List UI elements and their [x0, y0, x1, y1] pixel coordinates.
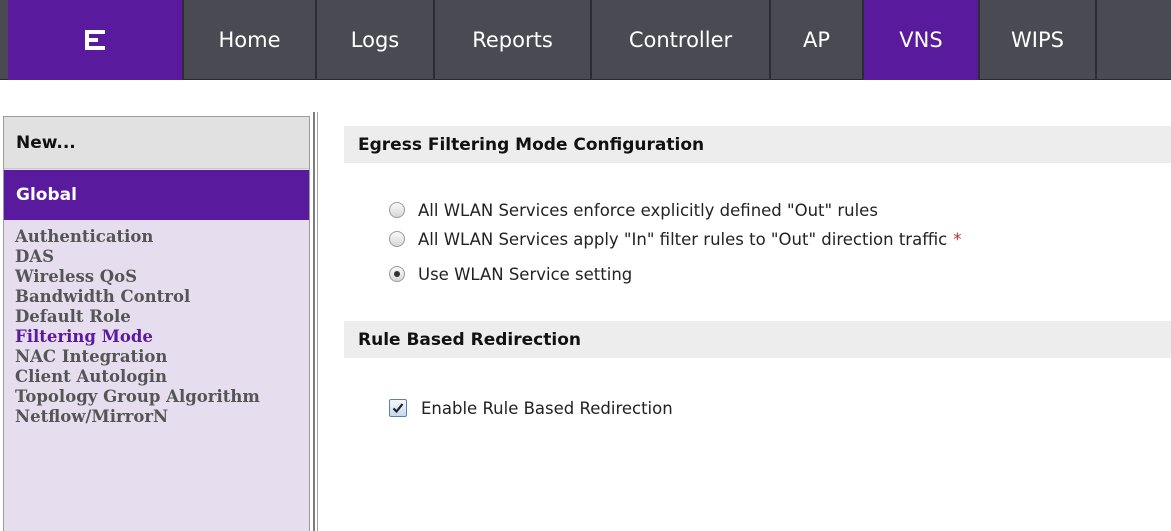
egress-in-to-out-radio[interactable]	[389, 231, 405, 247]
sidebar-item-topology-group-algorithm[interactable]: Topology Group Algorithm	[15, 387, 260, 407]
sidebar-item-default-role[interactable]: Default Role	[15, 307, 260, 327]
logo[interactable]	[8, 0, 184, 80]
egress-out-rules-label: All WLAN Services enforce explicitly def…	[418, 200, 878, 220]
sidebar-item-new[interactable]: New...	[4, 117, 309, 169]
redirection-section-title: Rule Based Redirection	[344, 321, 1171, 358]
sidebar-item-nac-integration[interactable]: NAC Integration	[15, 347, 260, 367]
enable-redirection-label: Enable Rule Based Redirection	[421, 398, 673, 418]
egress-option-wlan-setting[interactable]: Use WLAN Service setting	[389, 262, 632, 286]
sidebar-item-wireless-qos[interactable]: Wireless QoS	[15, 267, 260, 287]
egress-out-rules-radio[interactable]	[389, 202, 405, 218]
sidebar-item-filtering-mode[interactable]: Filtering Mode	[15, 327, 260, 347]
top-navigation-bar: Home Logs Reports Controller AP VNS WIPS	[0, 0, 1171, 80]
tab-ap[interactable]: AP	[771, 0, 864, 80]
enable-redirection-row[interactable]: Enable Rule Based Redirection	[389, 396, 673, 420]
tab-home[interactable]: Home	[184, 0, 317, 80]
sidebar-splitter[interactable]	[313, 112, 315, 531]
sidebar-item-das[interactable]: DAS	[15, 247, 260, 267]
required-asterisk: *	[953, 229, 962, 249]
sidebar-item-netflow-mirrorn[interactable]: Netflow/MirrorN	[15, 407, 260, 427]
sidebar-item-authentication[interactable]: Authentication	[15, 227, 260, 247]
sidebar-splitter-line	[317, 112, 318, 531]
tab-wips[interactable]: WIPS	[980, 0, 1097, 80]
egress-option-in-to-out[interactable]: All WLAN Services apply "In" filter rule…	[389, 227, 961, 251]
sidebar-item-client-autologin[interactable]: Client Autologin	[15, 367, 260, 387]
extreme-networks-logo-icon	[85, 30, 105, 50]
tab-reports[interactable]: Reports	[435, 0, 592, 80]
sidebar-item-global[interactable]: Global	[4, 170, 309, 220]
enable-redirection-checkbox[interactable]	[389, 399, 407, 417]
egress-in-to-out-label: All WLAN Services apply "In" filter rule…	[418, 229, 948, 249]
egress-wlan-setting-label: Use WLAN Service setting	[418, 264, 633, 284]
egress-wlan-setting-radio[interactable]	[389, 266, 405, 282]
sidebar-submenu: Authentication DAS Wireless QoS Bandwidt…	[15, 227, 260, 427]
egress-option-out-rules[interactable]: All WLAN Services enforce explicitly def…	[389, 198, 878, 222]
tab-controller[interactable]: Controller	[592, 0, 771, 80]
checkmark-icon	[392, 403, 404, 414]
tab-logs[interactable]: Logs	[317, 0, 435, 80]
sidebar: New... Global Authentication DAS Wireles…	[3, 116, 310, 531]
egress-section-title: Egress Filtering Mode Configuration	[344, 126, 1171, 163]
tab-vns[interactable]: VNS	[864, 0, 980, 80]
sidebar-item-bandwidth-control[interactable]: Bandwidth Control	[15, 287, 260, 307]
